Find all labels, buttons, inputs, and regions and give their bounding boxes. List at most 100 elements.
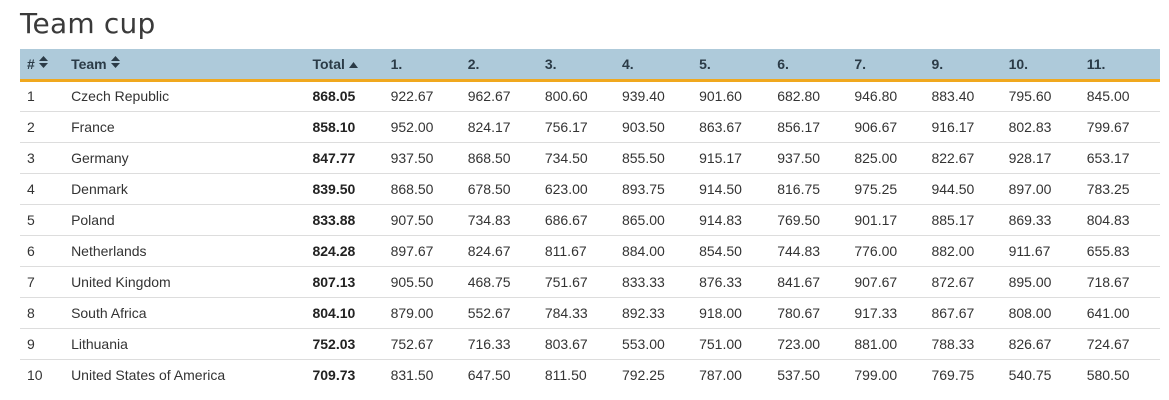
round-score-cell: 734.50	[544, 149, 588, 166]
round-score-cell: 876.33	[699, 273, 742, 290]
team-name-cell: Germany	[71, 149, 129, 166]
round-score-cell: 893.75	[621, 180, 665, 197]
column-header-rank[interactable]: #	[20, 49, 64, 80]
table-row: 5 Poland 833.88 907.50 734.83 686.67 865.00 914…	[20, 204, 1160, 235]
total-score-cell: 752.03	[312, 335, 356, 352]
round-score-cell: 752.67	[390, 335, 434, 352]
round-score-cell: 641.00	[1086, 304, 1130, 321]
round-score-cell: 914.83	[699, 211, 742, 228]
round-score-cell: 802.83	[1008, 118, 1052, 135]
round-score-cell: 906.67	[854, 118, 898, 135]
total-score-cell: 824.28	[312, 242, 356, 259]
team-name-cell: South Africa	[71, 304, 147, 321]
column-header-round: 3.	[544, 55, 557, 72]
round-score-cell: 804.83	[1086, 211, 1130, 228]
round-score-cell: 928.17	[1008, 149, 1052, 166]
table-row: 6 Netherlands 824.28 897.67 824.67 811.67 884.…	[20, 235, 1160, 266]
round-score-cell: 799.00	[854, 366, 898, 383]
round-score-cell: 863.67	[699, 118, 742, 135]
round-score-cell: 915.17	[699, 149, 742, 166]
round-score-cell: 769.75	[931, 366, 975, 383]
table-row: 1 Czech Republic 868.05 922.67 962.67 800.60 9…	[20, 80, 1160, 111]
round-score-cell: 865.00	[621, 211, 665, 228]
round-score-cell: 824.67	[467, 242, 511, 259]
team-name-cell: France	[71, 118, 115, 135]
team-name-cell: Czech Republic	[71, 88, 170, 104]
round-score-cell: 734.83	[467, 211, 511, 228]
table-header-row: # Team Total 1. 2. 3. 4. 5. 6. 7. 9. 10. 11.	[20, 49, 1160, 80]
table-body: 1 Czech Republic 868.05 922.67 962.67 800.60 9…	[20, 80, 1160, 390]
round-score-cell: 751.00	[699, 335, 742, 352]
round-score-cell: 800.60	[544, 88, 588, 104]
round-score-cell: 552.67	[467, 304, 511, 321]
column-header-round: 6.	[777, 55, 789, 72]
round-score-cell: 787.00	[699, 366, 742, 383]
round-score-cell: 795.60	[1008, 88, 1052, 104]
round-score-cell: 826.67	[1008, 335, 1052, 352]
round-score-cell: 833.33	[621, 273, 665, 290]
round-score-cell: 718.67	[1086, 273, 1130, 290]
round-score-cell: 678.50	[467, 180, 511, 197]
round-score-cell: 901.60	[699, 88, 742, 104]
total-score-cell: 807.13	[312, 273, 356, 290]
round-score-cell: 845.00	[1086, 88, 1130, 104]
round-score-cell: 653.17	[1086, 149, 1130, 166]
round-score-cell: 946.80	[854, 88, 898, 104]
column-header-total[interactable]: Total	[305, 49, 383, 80]
round-score-cell: 922.67	[390, 88, 434, 104]
round-score-cell: 780.67	[777, 304, 821, 321]
table-row: 7 United Kingdom 807.13 905.50 468.75 751.67 8…	[20, 266, 1160, 297]
round-score-cell: 907.50	[390, 211, 434, 228]
round-score-cell: 868.50	[467, 149, 511, 166]
team-name-cell: United Kingdom	[71, 273, 171, 290]
rank-cell: 8	[27, 304, 35, 321]
round-score-cell: 468.75	[467, 273, 511, 290]
round-score-cell: 854.50	[699, 242, 742, 259]
table-row: 9 Lithuania 752.03 752.67 716.33 803.67 553.00…	[20, 328, 1160, 359]
column-header-total-label: Total	[312, 55, 345, 72]
round-score-cell: 897.00	[1008, 180, 1052, 197]
rank-cell: 7	[27, 273, 35, 290]
round-score-cell: 784.33	[544, 304, 588, 321]
round-score-cell: 872.67	[931, 273, 975, 290]
round-score-cell: 917.33	[854, 304, 898, 321]
round-score-cell: 937.50	[390, 149, 434, 166]
round-score-cell: 901.17	[854, 211, 898, 228]
rank-cell: 1	[27, 88, 35, 104]
page: Team cup # Team Total 1. 2. 3. 4. 5. 6. 7. 9. 10…	[0, 0, 1169, 400]
round-score-cell: 811.67	[544, 242, 587, 259]
round-score-cell: 962.67	[467, 88, 511, 104]
total-score-cell: 839.50	[312, 180, 356, 197]
round-score-cell: 803.67	[544, 335, 588, 352]
round-score-cell: 892.33	[621, 304, 665, 321]
round-score-cell: 580.50	[1086, 366, 1130, 383]
round-score-cell: 811.50	[544, 366, 587, 383]
column-header-round: 11.	[1086, 55, 1106, 72]
column-header-round: 1.	[390, 55, 403, 72]
total-score-cell: 858.10	[312, 118, 356, 135]
round-score-cell: 885.17	[931, 211, 975, 228]
round-score-cell: 907.67	[854, 273, 898, 290]
round-score-cell: 867.67	[931, 304, 975, 321]
column-header-round: 9.	[931, 55, 944, 72]
round-score-cell: 682.80	[777, 88, 821, 104]
column-header-team[interactable]: Team	[64, 49, 305, 80]
round-score-cell: 756.17	[544, 118, 588, 135]
round-score-cell: 686.67	[544, 211, 588, 228]
round-score-cell: 914.50	[699, 180, 742, 197]
round-score-cell: 783.25	[1086, 180, 1130, 197]
page-title: Team cup	[20, 7, 156, 40]
round-score-cell: 808.00	[1008, 304, 1052, 321]
sort-both-icon	[110, 55, 120, 71]
round-score-cell: 799.67	[1086, 118, 1130, 135]
total-score-cell: 847.77	[312, 149, 356, 166]
round-score-cell: 724.67	[1086, 335, 1130, 352]
round-score-cell: 884.00	[621, 242, 665, 259]
round-score-cell: 911.67	[1008, 242, 1051, 259]
team-name-cell: United States of America	[71, 366, 226, 383]
rank-cell: 4	[27, 180, 35, 197]
round-score-cell: 903.50	[621, 118, 665, 135]
round-score-cell: 788.33	[931, 335, 975, 352]
team-name-cell: Netherlands	[71, 242, 147, 259]
rank-cell: 3	[27, 149, 35, 166]
